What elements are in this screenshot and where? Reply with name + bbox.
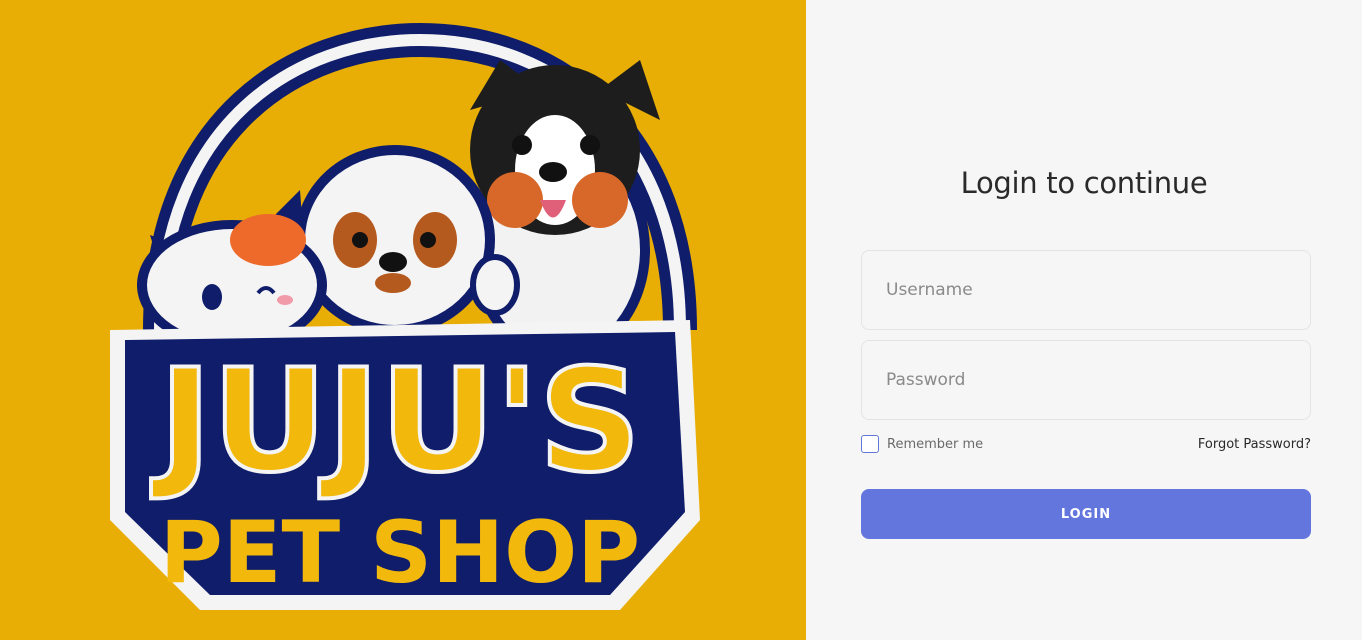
remember-me-label[interactable]: Remember me [887, 437, 983, 452]
login-button[interactable]: LOGIN [861, 489, 1311, 539]
forgot-password-link[interactable]: Forgot Password? [1198, 437, 1311, 452]
remember-me-checkbox[interactable] [861, 435, 879, 453]
login-panel: Login to continue Remember me Forgot Pas… [806, 0, 1362, 640]
brand-panel: JUJU'S PET SHOP [0, 0, 806, 640]
password-input[interactable] [861, 340, 1311, 420]
pet-shop-logo: JUJU'S PET SHOP [110, 22, 700, 610]
remember-me-row: Remember me [861, 435, 983, 453]
login-title: Login to continue [960, 166, 1208, 200]
username-input[interactable] [861, 250, 1311, 330]
logo-title-line1: JUJU'S [151, 339, 641, 504]
logo-title-line2: PET SHOP [160, 503, 640, 603]
